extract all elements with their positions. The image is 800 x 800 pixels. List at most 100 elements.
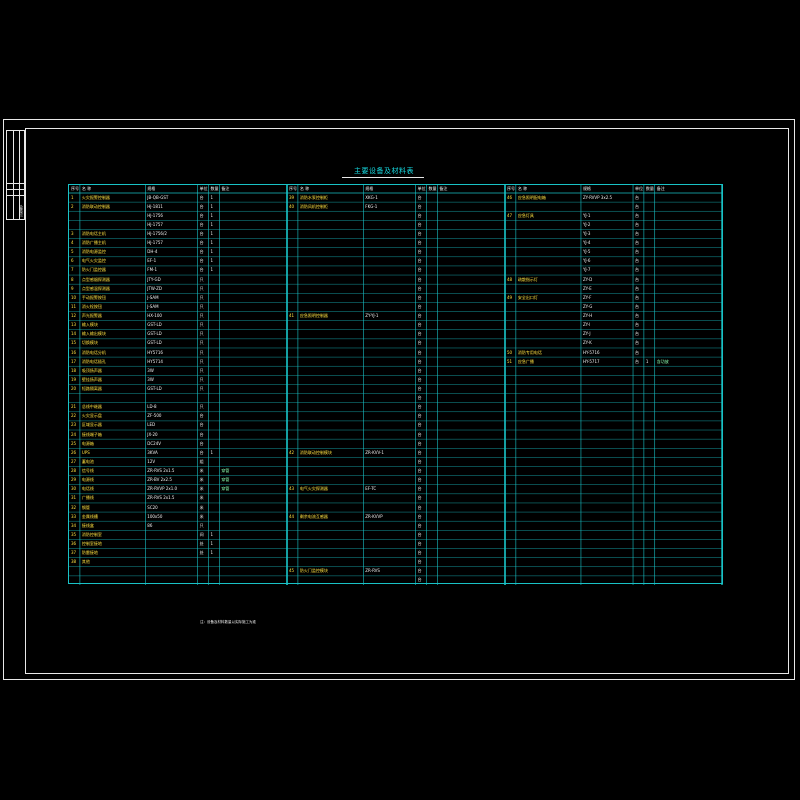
table-cell: 13 xyxy=(71,322,77,328)
table-cell: 30 xyxy=(71,486,77,492)
table-cell: 台 xyxy=(417,431,422,437)
table-cell: YJ-4 xyxy=(582,240,591,246)
table-cell: 组 xyxy=(199,458,204,464)
table-cell: J-SAM xyxy=(147,303,159,309)
table-cell: 台 xyxy=(417,285,422,291)
table-cell: HJ-1757 xyxy=(147,240,163,246)
table-cell: 1 xyxy=(210,550,214,556)
table-cell: ZR-KVV-1 xyxy=(365,449,384,455)
table-cell: 疏散指示灯 xyxy=(517,276,538,282)
table-cell: 手动报警按钮 xyxy=(81,294,106,300)
table-cell: 台 xyxy=(635,331,640,337)
table-cell: 广播线 xyxy=(81,495,94,501)
table-cell: ZY-I xyxy=(582,322,591,328)
table-cell: 台 xyxy=(417,550,422,556)
table-cell: ZR-KVVP xyxy=(365,513,383,519)
table-cell: 25 xyxy=(71,440,77,446)
table-cell: 1 xyxy=(210,203,214,209)
table-cell: UPS xyxy=(81,449,90,455)
table-cell: 间 xyxy=(199,531,204,537)
table-cell: 1 xyxy=(210,221,214,227)
table-cell: 台 xyxy=(417,477,422,483)
table-cell: 台 xyxy=(199,449,204,455)
table-cell: ZY-D xyxy=(582,276,593,282)
table-cell: 台 xyxy=(417,404,422,410)
table-cell: 切换模块 xyxy=(81,340,98,346)
table-cell: 31 xyxy=(71,495,77,501)
table-cell: 1 xyxy=(210,231,214,237)
titleblock-label: 会签栏 xyxy=(19,205,24,217)
table-cell: 8 xyxy=(71,276,74,282)
table-cell: 台 xyxy=(199,231,204,237)
table-cell: 处 xyxy=(199,540,204,546)
table-cell: HY5714 xyxy=(147,358,163,364)
table-cell: 消防电话插孔 xyxy=(81,358,106,364)
table-cell: JTW-ZD xyxy=(147,285,162,291)
table-cell: 6 xyxy=(71,258,74,264)
table-cell: 100x50 xyxy=(147,513,163,519)
table-cell: SC20 xyxy=(147,504,158,510)
table-cell: 16 xyxy=(71,349,77,355)
table-cell: 42 xyxy=(289,449,295,455)
table-cell: 防雷接地 xyxy=(81,550,98,556)
table-cell: 台 xyxy=(417,540,422,546)
table-cell: ZY-G xyxy=(582,303,593,309)
table-cell: 只 xyxy=(199,313,204,319)
table-cell: 51 xyxy=(507,358,513,364)
table-cell: 只 xyxy=(199,294,204,300)
table-cell: 1 xyxy=(210,212,214,218)
table-cell: 1 xyxy=(210,258,214,264)
table-cell: FKG-1 xyxy=(365,203,378,209)
table-cell: 消防专用电话 xyxy=(517,349,542,355)
table-cell: ZR-BV 2x2.5 xyxy=(147,477,172,483)
table-header-cell: 单位 xyxy=(199,186,208,191)
table-cell: 米 xyxy=(199,513,204,519)
table-cell: 只 xyxy=(199,386,204,391)
table-cell: JX-20 xyxy=(147,431,158,437)
table-cell: 只 xyxy=(199,358,204,364)
table-cell: 19 xyxy=(71,376,77,382)
table-cell: ZR-RVS 2x1.5 xyxy=(147,495,175,501)
table-cell: ZY-H xyxy=(582,313,593,319)
table-header-cell: 单位 xyxy=(635,186,644,191)
table-cell: 1 xyxy=(210,240,214,246)
table-cell: ZY-YJ-1 xyxy=(365,313,379,319)
table-cell: 18 xyxy=(71,367,77,373)
table-cell: EF-TC xyxy=(365,486,377,492)
table-cell: 台 xyxy=(199,221,204,227)
table-cell: 消防联动控制模块 xyxy=(299,449,332,455)
table-cell: ZY-RVVP 3x2.5 xyxy=(582,194,613,200)
table-cell: 钢管 xyxy=(81,504,90,510)
table-cell: 39 xyxy=(289,194,295,200)
table-cell: ZY-J xyxy=(582,331,591,337)
table-cell: 台 xyxy=(635,212,640,218)
table-cell: 台 xyxy=(635,303,640,309)
table-cell: 1 xyxy=(210,267,214,273)
table-cell: 台 xyxy=(635,203,640,209)
table-cell: 总线中继器 xyxy=(81,404,102,410)
table-cell: 20 xyxy=(71,386,77,391)
table-footnote: 注：设备及材料数量以实际施工为准 xyxy=(200,620,256,624)
table-header-cell: 名 称 xyxy=(517,186,528,191)
table-cell: 7 xyxy=(71,267,74,273)
table-cell: 3W xyxy=(147,376,154,382)
table-cell: 台 xyxy=(417,249,422,255)
table-cell: 台 xyxy=(635,276,640,282)
table-cell: 壁挂扬声器 xyxy=(81,376,102,382)
table-cell: 输入输出模块 xyxy=(81,331,106,337)
table-cell: 台 xyxy=(199,258,204,264)
table-cell: 台 xyxy=(417,440,422,446)
table-cell: 台 xyxy=(635,240,640,246)
table-cell: 台 xyxy=(635,249,640,255)
table-cell: ZR-RVS xyxy=(365,568,380,574)
table-cell: 36 xyxy=(71,540,77,546)
table-cell: ZY-F xyxy=(582,294,592,300)
table-cell: 1 xyxy=(210,531,214,537)
table-cell: 台 xyxy=(417,413,422,419)
table-cell: 接线盒 xyxy=(81,522,94,528)
table-cell: 台 xyxy=(417,468,422,474)
table-header-cell: 数量 xyxy=(645,186,654,191)
table-cell: 应急灯具 xyxy=(517,212,534,218)
table-cell: 47 xyxy=(507,212,513,218)
table-cell: JTY-GD xyxy=(147,276,161,282)
